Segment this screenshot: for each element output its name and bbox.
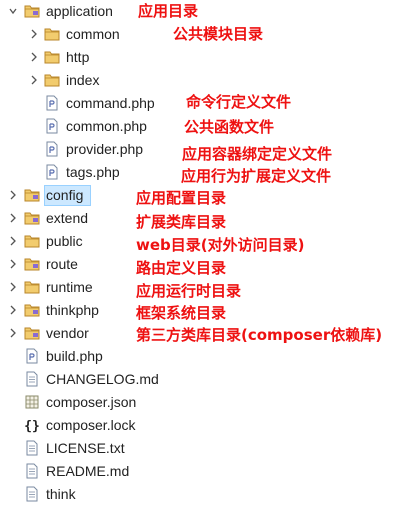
php-file-icon xyxy=(46,141,58,157)
chevron-right-icon[interactable] xyxy=(30,28,38,40)
braces-file-icon: {} xyxy=(24,419,40,433)
package-folder-icon xyxy=(24,258,40,271)
annotation-application: 应用目录 xyxy=(138,2,199,20)
svg-text:{}: {} xyxy=(24,419,40,433)
chevron-right-icon[interactable] xyxy=(9,235,17,247)
php-file-icon xyxy=(46,164,58,180)
text-file-icon xyxy=(26,463,38,479)
tree-item-label: tags.php xyxy=(66,164,120,180)
folder-icon xyxy=(44,74,60,87)
chevron-right-icon[interactable] xyxy=(30,74,38,86)
tree-item-label: composer.json xyxy=(46,394,137,410)
annotation-common: 公共模块目录 xyxy=(173,25,264,43)
tree-item-label: http xyxy=(66,49,90,65)
tree-item-label: public xyxy=(46,233,83,249)
tree-item-think[interactable]: think xyxy=(0,483,404,506)
annotation-public: web目录(对外访问目录) xyxy=(136,236,305,254)
chevron-right-icon[interactable] xyxy=(30,51,38,63)
tree-item-label: README.md xyxy=(46,463,130,479)
tree-item-label: common.php xyxy=(66,118,147,134)
tree-item-label: extend xyxy=(46,210,89,226)
annotation-thinkphp: 框架系统目录 xyxy=(136,304,227,322)
tree-item-license-txt[interactable]: LICENSE.txt xyxy=(0,437,404,460)
chevron-right-icon[interactable] xyxy=(9,327,17,339)
annotation-vendor: 第三方类库目录(composer依赖库) xyxy=(136,326,383,344)
tree-item-http[interactable]: http xyxy=(0,46,404,69)
tree-item-label: CHANGELOG.md xyxy=(46,371,159,387)
folder-icon xyxy=(44,28,60,41)
tree-item-changelog-md[interactable]: CHANGELOG.md xyxy=(0,368,404,391)
php-file-icon xyxy=(46,118,58,134)
tree-item-composer-lock[interactable]: {} composer.lock xyxy=(0,414,404,437)
annotation-route: 路由定义目录 xyxy=(136,259,227,277)
text-file-icon xyxy=(26,371,38,387)
tree-item-label: thinkphp xyxy=(46,302,99,318)
tree-item-label: build.php xyxy=(46,348,103,364)
package-folder-icon xyxy=(24,212,40,225)
tree-item-label: common xyxy=(66,26,120,42)
tree-item-label: LICENSE.txt xyxy=(46,440,125,456)
tree-item-label: think xyxy=(46,486,76,502)
tree-item-label: config xyxy=(46,187,84,203)
php-file-icon xyxy=(46,95,58,111)
annotation-config: 应用配置目录 xyxy=(136,189,227,207)
tree-item-label: index xyxy=(66,72,100,88)
folder-icon xyxy=(24,235,40,248)
package-folder-icon xyxy=(24,327,40,340)
package-folder-icon xyxy=(24,5,40,18)
annotation-runtime: 应用运行时目录 xyxy=(136,282,242,300)
json-file-icon xyxy=(25,395,39,409)
tree-item-build-php[interactable]: build.php xyxy=(0,345,404,368)
annotation-common-php: 公共函数文件 xyxy=(184,118,275,136)
chevron-right-icon[interactable] xyxy=(9,189,17,201)
package-folder-icon xyxy=(24,189,40,202)
package-folder-icon xyxy=(24,304,40,317)
chevron-right-icon[interactable] xyxy=(9,304,17,316)
annotation-tags: 应用行为扩展定义文件 xyxy=(181,167,332,185)
tree-item-composer-json[interactable]: composer.json xyxy=(0,391,404,414)
php-file-icon xyxy=(26,348,38,364)
chevron-right-icon[interactable] xyxy=(9,212,17,224)
tree-item-label: application xyxy=(46,3,113,19)
chevron-right-icon[interactable] xyxy=(9,258,17,270)
tree-item-application[interactable]: application xyxy=(0,0,404,23)
text-file-icon xyxy=(26,440,38,456)
tree-item-readme-md[interactable]: README.md xyxy=(0,460,404,483)
folder-icon xyxy=(44,51,60,64)
annotation-command: 命令行定义文件 xyxy=(186,93,292,111)
tree-item-label: vendor xyxy=(46,325,89,341)
tree-item-index[interactable]: index xyxy=(0,69,404,92)
tree-item-label: route xyxy=(46,256,78,272)
tree-item-label: composer.lock xyxy=(46,417,136,433)
tree-item-label: provider.php xyxy=(66,141,144,157)
tree-item-label: command.php xyxy=(66,95,155,111)
chevron-down-icon[interactable] xyxy=(9,5,17,17)
folder-icon xyxy=(24,281,40,294)
annotation-extend: 扩展类库目录 xyxy=(136,213,227,231)
text-file-icon xyxy=(26,486,38,502)
chevron-right-icon[interactable] xyxy=(9,281,17,293)
annotation-provider: 应用容器绑定定义文件 xyxy=(182,145,333,163)
tree-item-label: runtime xyxy=(46,279,93,295)
